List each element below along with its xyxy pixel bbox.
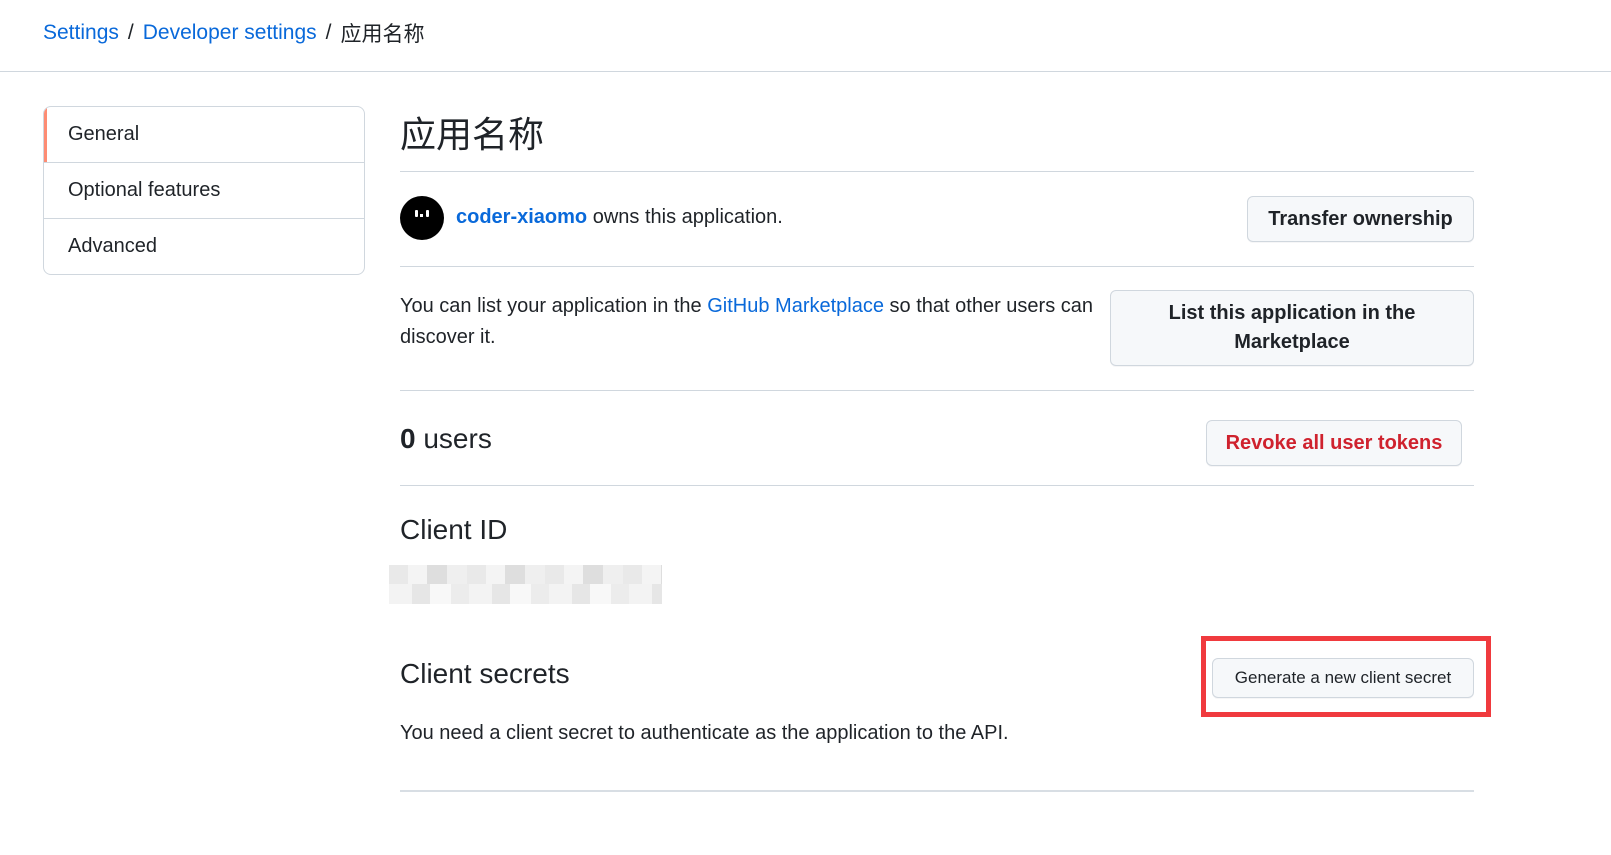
sidebar-item-label: Optional features <box>68 179 221 201</box>
generate-client-secret-button[interactable]: Generate a new client secret <box>1212 658 1474 698</box>
breadcrumb-current-app: 应用名称 <box>340 23 425 46</box>
users-count-label: users <box>415 423 492 454</box>
avatar[interactable] <box>400 196 444 240</box>
users-section: 0 users Revoke all user tokens <box>400 391 1474 486</box>
client-id-value-redacted <box>389 565 662 604</box>
page-title: 应用名称 <box>400 106 1474 172</box>
owner-statement-suffix: owns this application. <box>587 206 783 228</box>
revoke-all-user-tokens-button[interactable]: Revoke all user tokens <box>1206 420 1462 466</box>
client-id-heading: Client ID <box>400 514 508 545</box>
breadcrumb-separator: / <box>127 21 134 44</box>
owner-section: coder-xiaomo owns this application. Tran… <box>400 172 1474 267</box>
sidebar-item-label: Advanced <box>68 235 157 257</box>
main-content: 应用名称 coder-xiaomo owns this application.… <box>389 106 1491 792</box>
settings-sidebar: General Optional features Advanced <box>43 106 365 275</box>
breadcrumb-separator: / <box>325 21 332 44</box>
breadcrumb: Settings / Developer settings / 应用名称 <box>43 18 425 48</box>
sidebar-item-advanced[interactable]: Advanced <box>44 219 364 274</box>
list-in-marketplace-button[interactable]: List this application in the Marketplace <box>1110 290 1474 366</box>
breadcrumb-developer-settings-link[interactable]: Developer settings <box>143 21 317 45</box>
avatar-eye-icon <box>415 210 418 217</box>
owner-username-link[interactable]: coder-xiaomo <box>456 206 587 228</box>
transfer-ownership-button[interactable]: Transfer ownership <box>1247 196 1474 242</box>
sidebar-item-label: General <box>68 123 140 145</box>
sidebar-item-optional-features[interactable]: Optional features <box>44 163 364 219</box>
breadcrumb-settings-link[interactable]: Settings <box>43 21 119 45</box>
avatar-mouth-icon <box>420 214 423 217</box>
github-marketplace-link[interactable]: GitHub Marketplace <box>707 295 884 317</box>
users-count-number: 0 <box>400 423 416 454</box>
client-secrets-section: Client secrets Generate a new client sec… <box>400 616 1491 792</box>
breadcrumb-bar: Settings / Developer settings / 应用名称 <box>0 0 1611 72</box>
sidebar-item-general[interactable]: General <box>44 107 364 163</box>
marketplace-section: You can list your application in the Git… <box>400 267 1474 391</box>
client-secrets-heading: Client secrets <box>400 658 570 689</box>
marketplace-description: You can list your application in the Git… <box>400 291 1110 353</box>
owner-statement: coder-xiaomo owns this application. <box>456 206 783 229</box>
client-id-section: Client ID <box>389 486 1474 616</box>
avatar-eye-icon <box>426 210 429 217</box>
users-count: 0 users <box>400 423 492 455</box>
client-secrets-description: You need a client secret to authenticate… <box>400 722 1009 744</box>
marketplace-text-before: You can list your application in the <box>400 295 708 317</box>
